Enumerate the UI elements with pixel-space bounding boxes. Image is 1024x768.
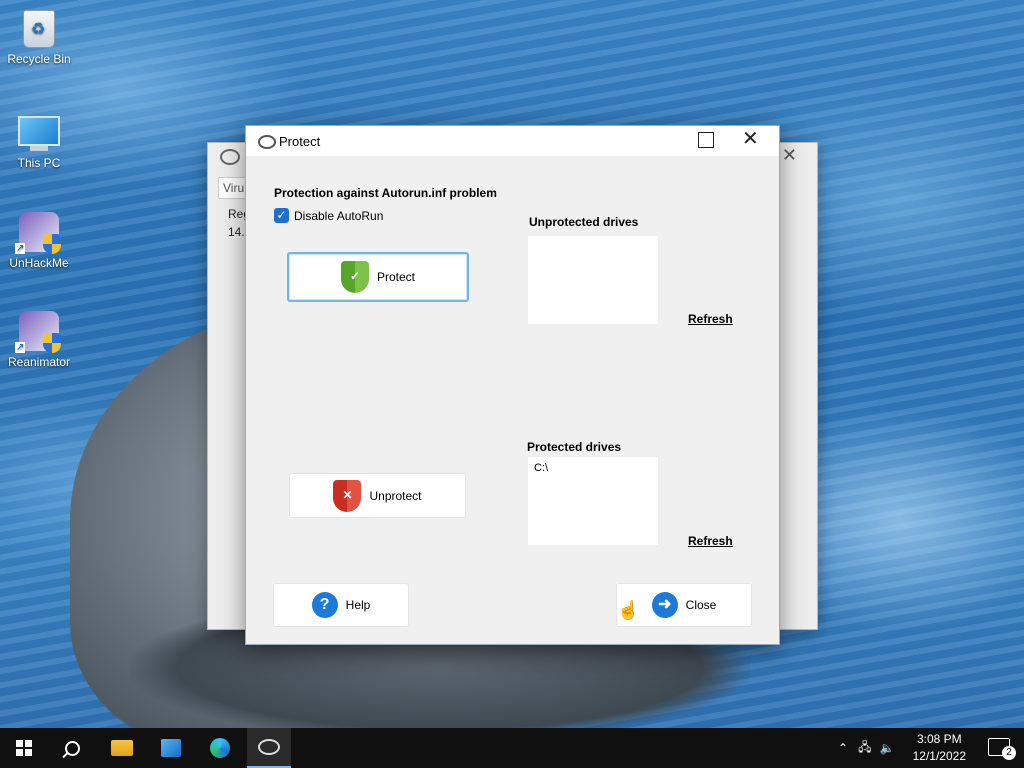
- search-icon: [64, 740, 80, 756]
- protect-dialog: Protect ✕ Protection against Autorun.inf…: [245, 125, 780, 645]
- recycle-bin-icon: [23, 10, 55, 48]
- arrow-circle-icon: ➜: [651, 592, 678, 618]
- edge-browser-icon: [210, 738, 230, 758]
- taskbar-unhackme[interactable]: [247, 728, 291, 768]
- unprotected-drives-label: Unprotected drives: [529, 215, 639, 229]
- desktop-icon-recycle-bin[interactable]: Recycle Bin: [1, 10, 77, 66]
- taskbar-edge[interactable]: [198, 728, 242, 768]
- chevron-up-icon[interactable]: ⌃: [838, 741, 848, 755]
- clock-date: 12/1/2022: [912, 749, 966, 763]
- notification-badge: 2: [1002, 746, 1016, 760]
- checkbox-label: Disable AutoRun: [294, 208, 384, 223]
- folder-icon: [111, 740, 133, 756]
- protect-button[interactable]: ✓ Protect: [287, 252, 469, 302]
- search-button[interactable]: [50, 728, 94, 768]
- clock-time: 3:08 PM: [916, 732, 962, 746]
- reanimator-app-icon: [15, 311, 61, 353]
- close-window-button[interactable]: ✕: [742, 126, 759, 151]
- list-item[interactable]: C:\: [528, 457, 658, 479]
- windows-logo-icon: [16, 740, 32, 756]
- unprotected-drives-list[interactable]: [528, 236, 658, 324]
- maximize-button[interactable]: [698, 132, 714, 148]
- close-button-label: Close: [685, 598, 717, 612]
- section-heading: Protection against Autorun.inf problem: [274, 186, 497, 200]
- unprotect-button-label: Unprotect: [369, 488, 422, 503]
- hand-cursor-icon: ☝: [617, 600, 640, 620]
- protected-drives-list[interactable]: C:\: [528, 457, 658, 545]
- clock[interactable]: 3:08 PM 12/1/2022: [913, 731, 966, 765]
- desktop-icon-unhackme[interactable]: UnHackMe: [1, 212, 77, 270]
- unhackme-taskbar-icon: [258, 739, 280, 755]
- desktop-icon-label: Reanimator: [7, 355, 71, 369]
- system-tray: ⌃ 🖧 🔈: [838, 728, 894, 768]
- checkmark-icon[interactable]: ✓: [274, 208, 289, 223]
- unhackme-app-icon: [15, 212, 61, 254]
- taskbar-file-explorer[interactable]: [100, 728, 144, 768]
- network-icon[interactable]: 🖧: [858, 738, 871, 759]
- help-button[interactable]: ? Help: [273, 583, 409, 627]
- desktop-icon-label: This PC: [17, 156, 61, 170]
- desktop-icon-this-pc[interactable]: This PC: [1, 108, 77, 170]
- taskbar-photos[interactable]: [149, 728, 193, 768]
- desktop-icon-label: UnHackMe: [9, 256, 69, 270]
- protect-button-label: Protect: [376, 270, 415, 284]
- refresh-protected-link[interactable]: Refresh: [688, 534, 733, 548]
- check-shield-icon: ✓: [340, 261, 369, 293]
- protected-drives-label: Protected drives: [527, 440, 622, 454]
- app-icon: [220, 149, 240, 165]
- computer-icon: [18, 116, 60, 151]
- window-title: Protect: [279, 134, 321, 149]
- unprotect-button[interactable]: ✕ Unprotect: [289, 473, 466, 518]
- start-button[interactable]: [2, 728, 46, 768]
- taskbar: ⌃ 🖧 🔈 3:08 PM 12/1/2022 2: [0, 728, 1024, 768]
- x-shield-icon: ✕: [333, 479, 362, 512]
- photos-icon: [161, 739, 181, 757]
- title-bar[interactable]: Protect ✕: [246, 126, 779, 156]
- volume-icon[interactable]: 🔈: [879, 741, 894, 755]
- app-icon: [258, 135, 276, 149]
- close-icon[interactable]: ✕: [782, 145, 797, 166]
- refresh-unprotected-link[interactable]: Refresh: [688, 312, 733, 326]
- question-circle-icon: ?: [311, 592, 338, 618]
- desktop-icon-label: Recycle Bin: [7, 52, 71, 66]
- help-button-label: Help: [345, 598, 371, 612]
- disable-autorun-checkbox[interactable]: ✓ Disable AutoRun: [274, 208, 383, 223]
- desktop-icon-reanimator[interactable]: Reanimator: [1, 311, 77, 369]
